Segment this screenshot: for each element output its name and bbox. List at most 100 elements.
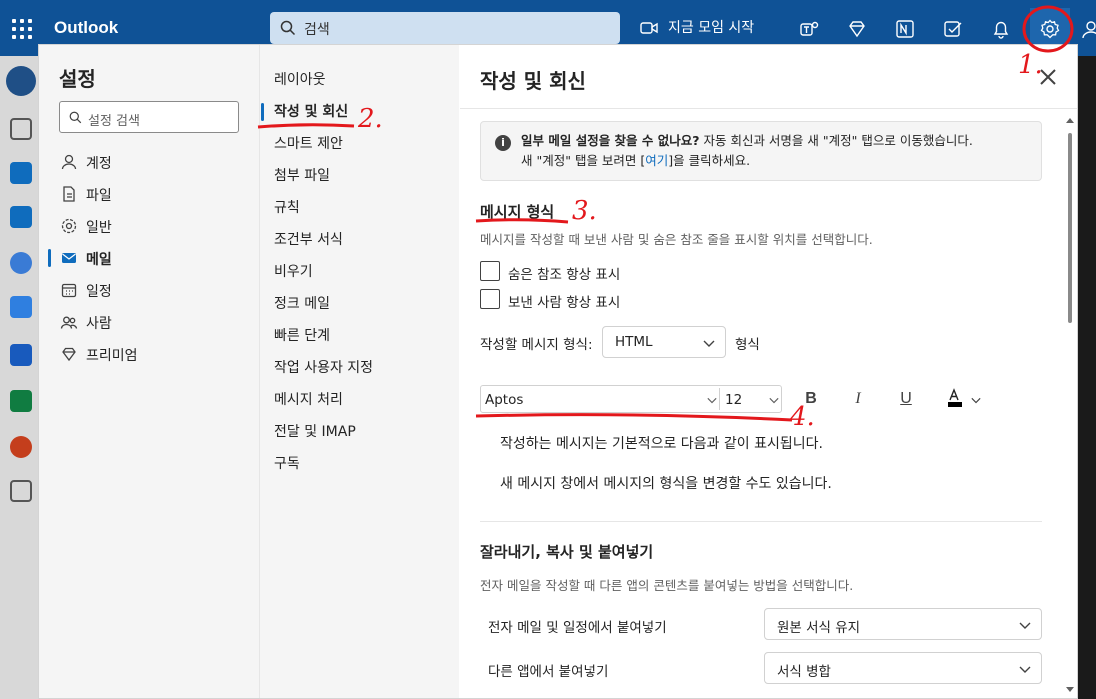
file-icon [63, 186, 75, 202]
calendar-app-icon[interactable] [10, 206, 32, 228]
font-color-icon[interactable] [944, 387, 966, 409]
settings-item-label: 계정 [86, 156, 112, 172]
settings-item-label: 프리미엄 [86, 348, 138, 364]
compose-format-label: 작성할 메시지 형식: [480, 337, 593, 353]
settings-search-input[interactable]: 설정 검색 [59, 101, 239, 133]
meet-now-button[interactable]: 지금 모임 시작 [640, 17, 754, 37]
settings-item-general[interactable]: 일반 [39, 211, 259, 241]
app-launcher-icon[interactable] [12, 19, 32, 39]
mail-nav-rules[interactable]: 규칙 [274, 197, 300, 221]
message-format-description: 메시지를 작성할 때 보낸 사람 및 숨은 참조 줄을 표시할 위치를 선택합니… [480, 232, 873, 247]
more-apps-icon[interactable] [10, 480, 32, 502]
mail-nav-subscriptions[interactable]: 구독 [274, 453, 300, 477]
checkbox-label: 보낸 사람 항상 표시 [508, 295, 621, 311]
outlook-app-icon[interactable] [6, 66, 36, 96]
scrollbar[interactable] [1064, 113, 1076, 698]
people-app-icon[interactable] [10, 252, 32, 274]
checkbox-box[interactable] [480, 289, 500, 309]
italic-icon[interactable]: I [846, 387, 870, 411]
mail-nav-quick-steps[interactable]: 빠른 단계 [274, 325, 330, 349]
paste-from-email-dropdown[interactable]: 원본 서식 유지 [764, 608, 1042, 640]
info-text: ]을 클릭하세요. [668, 153, 751, 168]
calendar-icon [61, 283, 77, 298]
settings-item-label: 메일 [86, 252, 112, 268]
search-icon [280, 20, 296, 36]
settings-item-account[interactable]: 계정 [39, 147, 259, 177]
excel-app-icon[interactable] [10, 390, 32, 412]
font-picker-separator [719, 388, 720, 410]
settings-button[interactable] [1030, 8, 1070, 48]
settings-item-people[interactable]: 사람 [39, 307, 259, 337]
profile-icon[interactable] [1080, 18, 1096, 40]
mail-nav-forwarding-imap[interactable]: 전달 및 IMAP [274, 421, 356, 445]
underline-icon[interactable]: U [894, 387, 918, 411]
person-icon [61, 154, 77, 170]
mail-nav-attachments[interactable]: 첨부 파일 [274, 165, 330, 189]
search-placeholder: 검색 [304, 22, 330, 38]
gear-icon [61, 218, 77, 234]
mail-nav-layout[interactable]: 레이아웃 [274, 69, 326, 93]
preview-line-1: 작성하는 메시지는 기본적으로 다음과 같이 표시됩니다. [500, 436, 823, 452]
mail-nav-junk-email[interactable]: 정크 메일 [274, 293, 330, 317]
mail-nav-message-handling[interactable]: 메시지 처리 [274, 389, 343, 413]
search-box[interactable]: 검색 [270, 12, 620, 44]
cut-copy-paste-title: 잘라내기, 복사 및 붙여넣기 [480, 543, 654, 561]
compose-format-dropdown[interactable]: HTML [602, 326, 726, 358]
mail-nav-conditional-formatting[interactable]: 조건부 서식 [274, 229, 343, 253]
bell-icon[interactable] [990, 18, 1012, 40]
mail-compose-icon[interactable] [10, 118, 32, 140]
app-rail [0, 56, 40, 699]
mail-app-icon[interactable] [10, 162, 32, 184]
info-bold-text: 일부 메일 설정을 찾을 수 없나요? [521, 133, 700, 148]
paste-from-other-apps-value: 서식 병합 [777, 664, 831, 680]
to-do-app-icon[interactable] [10, 296, 32, 318]
mail-nav-smart-suggestions[interactable]: 스마트 제안 [274, 133, 343, 157]
search-icon [69, 111, 82, 124]
info-line-2: 새 "계정" 탭을 보려면 [여기]을 클릭하세요. [521, 151, 750, 170]
onenote-icon[interactable] [894, 18, 916, 40]
settings-item-mail[interactable]: 메일 [39, 243, 259, 273]
annotation-number-1: 1. [1018, 50, 1043, 80]
scroll-up-icon[interactable] [1066, 117, 1074, 123]
diamond-icon [62, 347, 76, 362]
scroll-down-icon[interactable] [1066, 687, 1074, 693]
chevron-down-icon [703, 340, 715, 347]
annotation-number-4: 4. [790, 402, 815, 432]
powerpoint-app-icon[interactable] [10, 436, 32, 458]
page-title: 작성 및 회신 [480, 69, 586, 93]
mail-nav-sweep[interactable]: 비우기 [274, 261, 313, 285]
word-app-icon[interactable] [10, 344, 32, 366]
font-size-dropdown[interactable]: 12 [725, 392, 742, 408]
header-divider [460, 108, 1077, 109]
people-icon [60, 316, 78, 329]
settings-item-label: 파일 [86, 188, 112, 204]
scrollbar-thumb[interactable] [1068, 133, 1072, 323]
meet-now-label: 지금 모임 시작 [668, 20, 755, 36]
paste-from-email-value: 원본 서식 유지 [777, 620, 861, 636]
mail-nav-compose-and-reply[interactable]: 작성 및 회신 [260, 101, 348, 125]
paste-from-other-apps-dropdown[interactable]: 서식 병합 [764, 652, 1042, 684]
diamond-icon[interactable] [846, 18, 868, 40]
section-divider [480, 521, 1042, 522]
info-icon: i [495, 135, 511, 151]
message-format-title: 메시지 형식 [480, 203, 555, 221]
gear-icon [1040, 19, 1060, 39]
settings-item-calendar[interactable]: 일정 [39, 275, 259, 305]
settings-item-premium[interactable]: 프리미엄 [39, 339, 259, 369]
chevron-down-icon [1019, 666, 1031, 673]
font-picker: Aptos 12 [480, 385, 782, 413]
teams-icon[interactable] [798, 18, 820, 40]
chevron-down-icon [707, 397, 717, 404]
info-here-link[interactable]: 여기 [645, 153, 668, 168]
mail-nav-customize-actions[interactable]: 작업 사용자 지정 [274, 357, 373, 381]
chevron-down-icon[interactable] [971, 395, 981, 405]
font-name-dropdown[interactable]: Aptos [485, 392, 523, 408]
to-do-icon[interactable] [942, 18, 964, 40]
info-banner: i 일부 메일 설정을 찾을 수 없나요? 자동 회신과 서명을 새 "계정" … [480, 121, 1042, 181]
settings-item-file[interactable]: 파일 [39, 179, 259, 209]
chevron-down-icon [1019, 622, 1031, 629]
settings-dialog: 설정 설정 검색 계정 파일 일반 메일 일정 사람 프리미엄 레이아웃 작성 … [38, 44, 1078, 699]
annotation-number-2: 2. [358, 104, 383, 134]
video-camera-icon [640, 22, 658, 34]
checkbox-box[interactable] [480, 261, 500, 281]
